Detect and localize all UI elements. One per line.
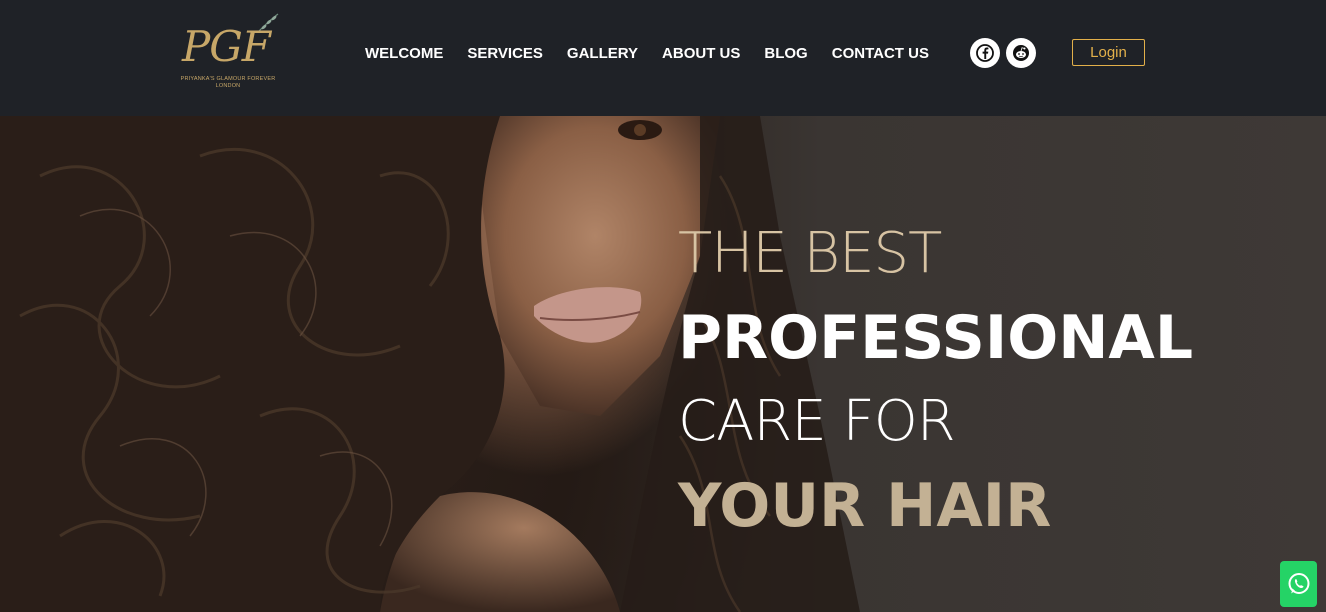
- logo-tagline-city: LONDON: [215, 83, 241, 89]
- hero-line-care-for: CARE FOR: [678, 389, 956, 454]
- site-header: PGF PRIYANKA'S GLAMOUR FOREVER LONDON WE…: [0, 0, 1326, 116]
- reddit-link[interactable]: [1006, 38, 1036, 68]
- hero-line-professional: PROFESSIONAL: [678, 303, 1194, 373]
- logo-monogram: PGF: [182, 22, 271, 71]
- brand-logo[interactable]: PGF PRIYANKA'S GLAMOUR FOREVER LONDON: [178, 8, 282, 92]
- logo-tagline-name: PRIYANKA'S GLAMOUR FOREVER: [180, 76, 276, 82]
- reddit-icon: [1013, 45, 1029, 61]
- hero-line-the-best: THE BEST: [678, 221, 942, 286]
- whatsapp-icon: [1288, 573, 1309, 594]
- hero-headline: THE BEST PROFESSIONAL CARE FOR YOUR HAIR: [678, 221, 1194, 541]
- whatsapp-button[interactable]: [1280, 561, 1317, 607]
- main-nav: WELCOME SERVICES GALLERY ABOUT US BLOG C…: [353, 44, 941, 64]
- nav-item-welcome[interactable]: WELCOME: [365, 44, 443, 64]
- login-button[interactable]: Login: [1072, 39, 1145, 66]
- facebook-icon: [976, 44, 994, 62]
- hero-banner: THE BEST PROFESSIONAL CARE FOR YOUR HAIR: [0, 116, 1326, 612]
- nav-item-about-us[interactable]: ABOUT US: [662, 44, 740, 64]
- facebook-link[interactable]: [970, 38, 1000, 68]
- logo-tagline: PRIYANKA'S GLAMOUR FOREVER LONDON: [178, 76, 278, 90]
- hero-line-your-hair: YOUR HAIR: [678, 471, 1052, 541]
- nav-item-blog[interactable]: BLOG: [764, 44, 807, 64]
- nav-item-gallery[interactable]: GALLERY: [567, 44, 638, 64]
- nav-item-contact-us[interactable]: CONTACT US: [832, 44, 929, 64]
- nav-item-services[interactable]: SERVICES: [467, 44, 543, 64]
